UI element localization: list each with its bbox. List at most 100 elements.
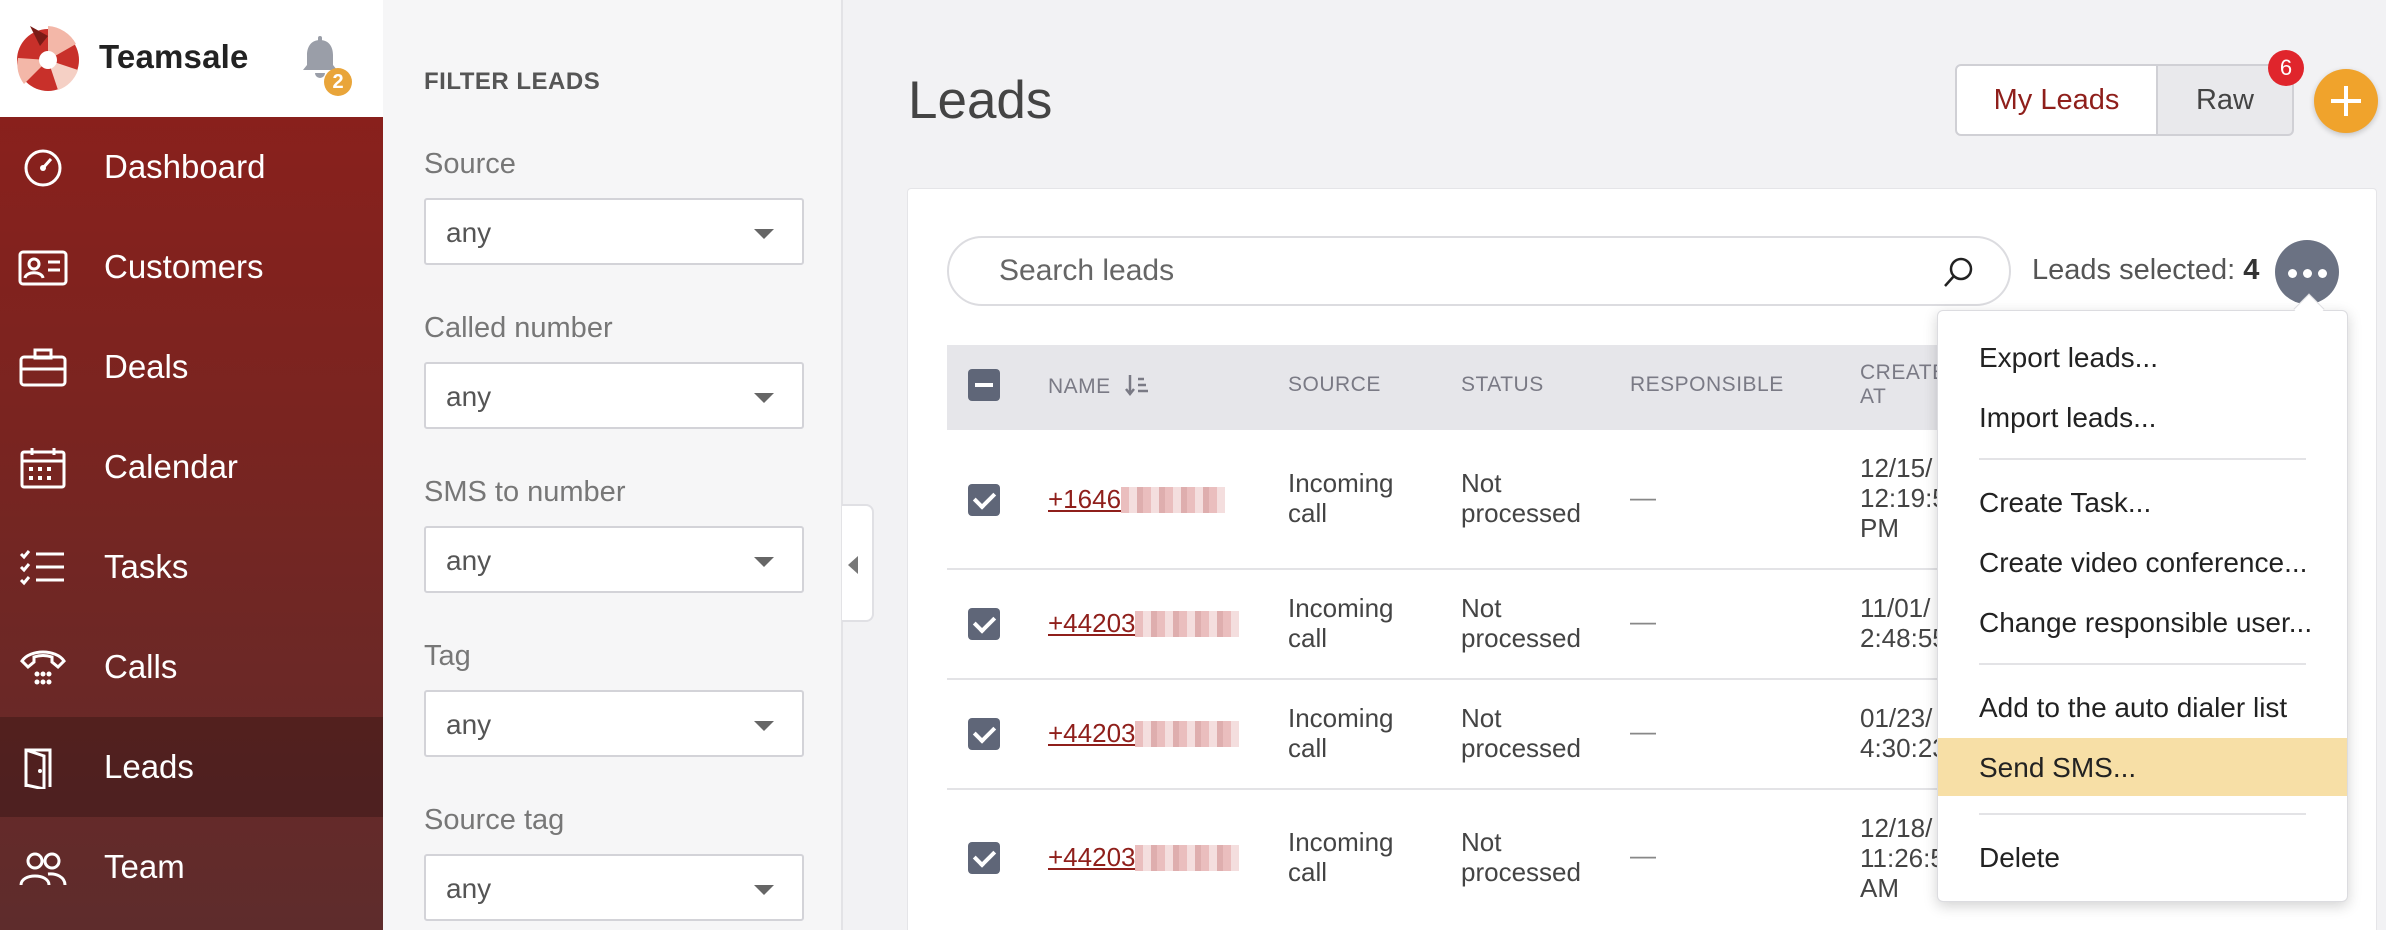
search-icon[interactable] (1941, 256, 1975, 290)
phone-prefix: +1646 (1048, 484, 1122, 514)
menu-item-delete[interactable]: Delete (1938, 828, 2347, 886)
lead-phone-link[interactable]: +44203 (1048, 718, 1240, 749)
lead-status: Not processed (1461, 468, 1581, 528)
sidebar-item-team[interactable]: Team (0, 817, 383, 917)
redacted-digits (1135, 611, 1240, 637)
tag-select[interactable]: any (424, 690, 804, 757)
filter-panel: FILTER LEADS Source any Called number an… (383, 0, 843, 930)
column-header-status[interactable]: STATUS (1461, 373, 1544, 397)
chevron-down-icon (754, 885, 774, 895)
menu-item-create-video-conference[interactable]: Create video conference... (1938, 533, 2347, 591)
lead-phone-link[interactable]: +44203 (1048, 842, 1240, 873)
lead-status: Not processed (1461, 827, 1581, 887)
contact-card-icon (18, 250, 68, 286)
chevron-down-icon (754, 721, 774, 731)
menu-divider (1979, 458, 2306, 460)
row-checkbox[interactable] (968, 842, 1000, 874)
sidebar-item-label: Customers (104, 248, 264, 285)
chevron-left-icon (848, 556, 858, 574)
source-tag-select[interactable]: any (424, 854, 804, 921)
menu-item-import-leads[interactable]: Import leads... (1938, 388, 2347, 446)
door-icon (24, 748, 52, 789)
menu-item-create-task[interactable]: Create Task... (1938, 473, 2347, 531)
menu-item-label: Delete (1979, 842, 2060, 873)
sidebar-item-calls[interactable]: Calls (0, 617, 383, 717)
sidebar-item-customers[interactable]: Customers (0, 217, 383, 317)
filter-label: SMS to number (424, 476, 626, 508)
teamsale-logo-icon[interactable] (14, 22, 82, 94)
lead-phone-link[interactable]: +1646 (1048, 484, 1226, 515)
menu-item-send-sms[interactable]: Send SMS... (1938, 738, 2347, 796)
sort-icon (1125, 375, 1149, 397)
notification-badge: 2 (324, 68, 352, 96)
redacted-digits (1121, 487, 1226, 513)
redacted-digits (1135, 721, 1240, 747)
lead-responsible: — (1630, 482, 1656, 512)
lead-status: Not processed (1461, 593, 1581, 653)
select-value: any (446, 873, 492, 904)
search-input[interactable] (999, 253, 1899, 289)
sidebar-item-label: Tasks (104, 548, 189, 585)
brand-name: Teamsale (99, 38, 249, 75)
filter-label: Tag (424, 640, 471, 672)
phone-prefix: +44203 (1048, 718, 1136, 748)
menu-item-change-responsible-user[interactable]: Change responsible user... (1938, 593, 2347, 651)
more-dots-icon (2288, 269, 2297, 278)
menu-item-export-leads[interactable]: Export leads... (1938, 328, 2347, 386)
row-checkbox[interactable] (968, 718, 1000, 750)
chevron-down-icon (754, 393, 774, 403)
sidebar-item-label: Calls (104, 648, 178, 685)
filter-label: Called number (424, 312, 613, 344)
select-value: any (446, 381, 492, 412)
row-checkbox[interactable] (968, 484, 1000, 516)
filter-label: Source tag (424, 804, 565, 836)
lead-source: Incoming call (1288, 468, 1394, 528)
sidebar-item-tasks[interactable]: Tasks (0, 517, 383, 617)
menu-item-label: Create video conference... (1979, 547, 2308, 578)
chevron-down-icon (754, 557, 774, 567)
more-dots-icon (2318, 269, 2327, 278)
lead-source: Incoming call (1288, 703, 1394, 763)
checklist-icon (19, 550, 64, 586)
select-value: any (446, 709, 492, 740)
lead-status: Not processed (1461, 703, 1581, 763)
leads-selected-count: 4 (2243, 254, 2260, 286)
table-row[interactable]: +1646 Incoming call Not processed — 12/1… (947, 430, 1947, 570)
gauge-icon (24, 149, 62, 187)
calendar-icon (20, 448, 66, 489)
phone-prefix: +44203 (1048, 842, 1136, 872)
table-row[interactable]: +44203 Incoming call Not processed — 12/… (947, 790, 1947, 930)
sidebar-item-label: Dashboard (104, 148, 266, 185)
menu-item-label: Create Task... (1979, 487, 2152, 518)
sidebar-item-calendar[interactable]: Calendar (0, 417, 383, 517)
add-lead-button[interactable] (2314, 69, 2378, 133)
column-header-source[interactable]: SOURCE (1288, 373, 1381, 397)
source-select[interactable]: any (424, 198, 804, 265)
lead-responsible: — (1630, 840, 1656, 870)
collapse-filters-button[interactable] (842, 504, 874, 622)
table-row[interactable]: +44203 Incoming call Not processed — 01/… (947, 680, 1947, 790)
menu-item-label: Change responsible user... (1979, 607, 2313, 638)
lead-created: 12/18/ 11:26:5 AM (1860, 813, 1945, 903)
column-header-responsible[interactable]: RESPONSIBLE (1630, 373, 1784, 397)
sidebar-item-label: Deals (104, 348, 189, 385)
menu-divider (1979, 813, 2306, 815)
sms-to-number-select[interactable]: any (424, 526, 804, 593)
column-header-name[interactable]: NAME (1048, 373, 1149, 399)
sidebar-item-leads[interactable]: Leads (0, 717, 383, 817)
sidebar-item-deals[interactable]: Deals (0, 317, 383, 417)
table-row[interactable]: +44203 Incoming call Not processed — 11/… (947, 570, 1947, 680)
my-leads-toggle[interactable]: My Leads (1955, 64, 2158, 136)
briefcase-icon (19, 348, 67, 387)
more-dots-icon (2303, 269, 2312, 278)
redacted-digits (1135, 845, 1240, 871)
sidebar-item-dashboard[interactable]: Dashboard (0, 117, 383, 217)
menu-item-add-to-auto-dialer[interactable]: Add to the auto dialer list (1938, 678, 2347, 736)
lead-created: 01/23/ 4:30:23 (1860, 703, 1947, 763)
row-checkbox[interactable] (968, 608, 1000, 640)
lead-phone-link[interactable]: +44203 (1048, 608, 1240, 639)
select-all-checkbox[interactable] (968, 369, 1000, 401)
filter-panel-title: FILTER LEADS (424, 68, 601, 95)
called-number-select[interactable]: any (424, 362, 804, 429)
column-header-created[interactable]: CREATE AT (1860, 361, 1947, 409)
